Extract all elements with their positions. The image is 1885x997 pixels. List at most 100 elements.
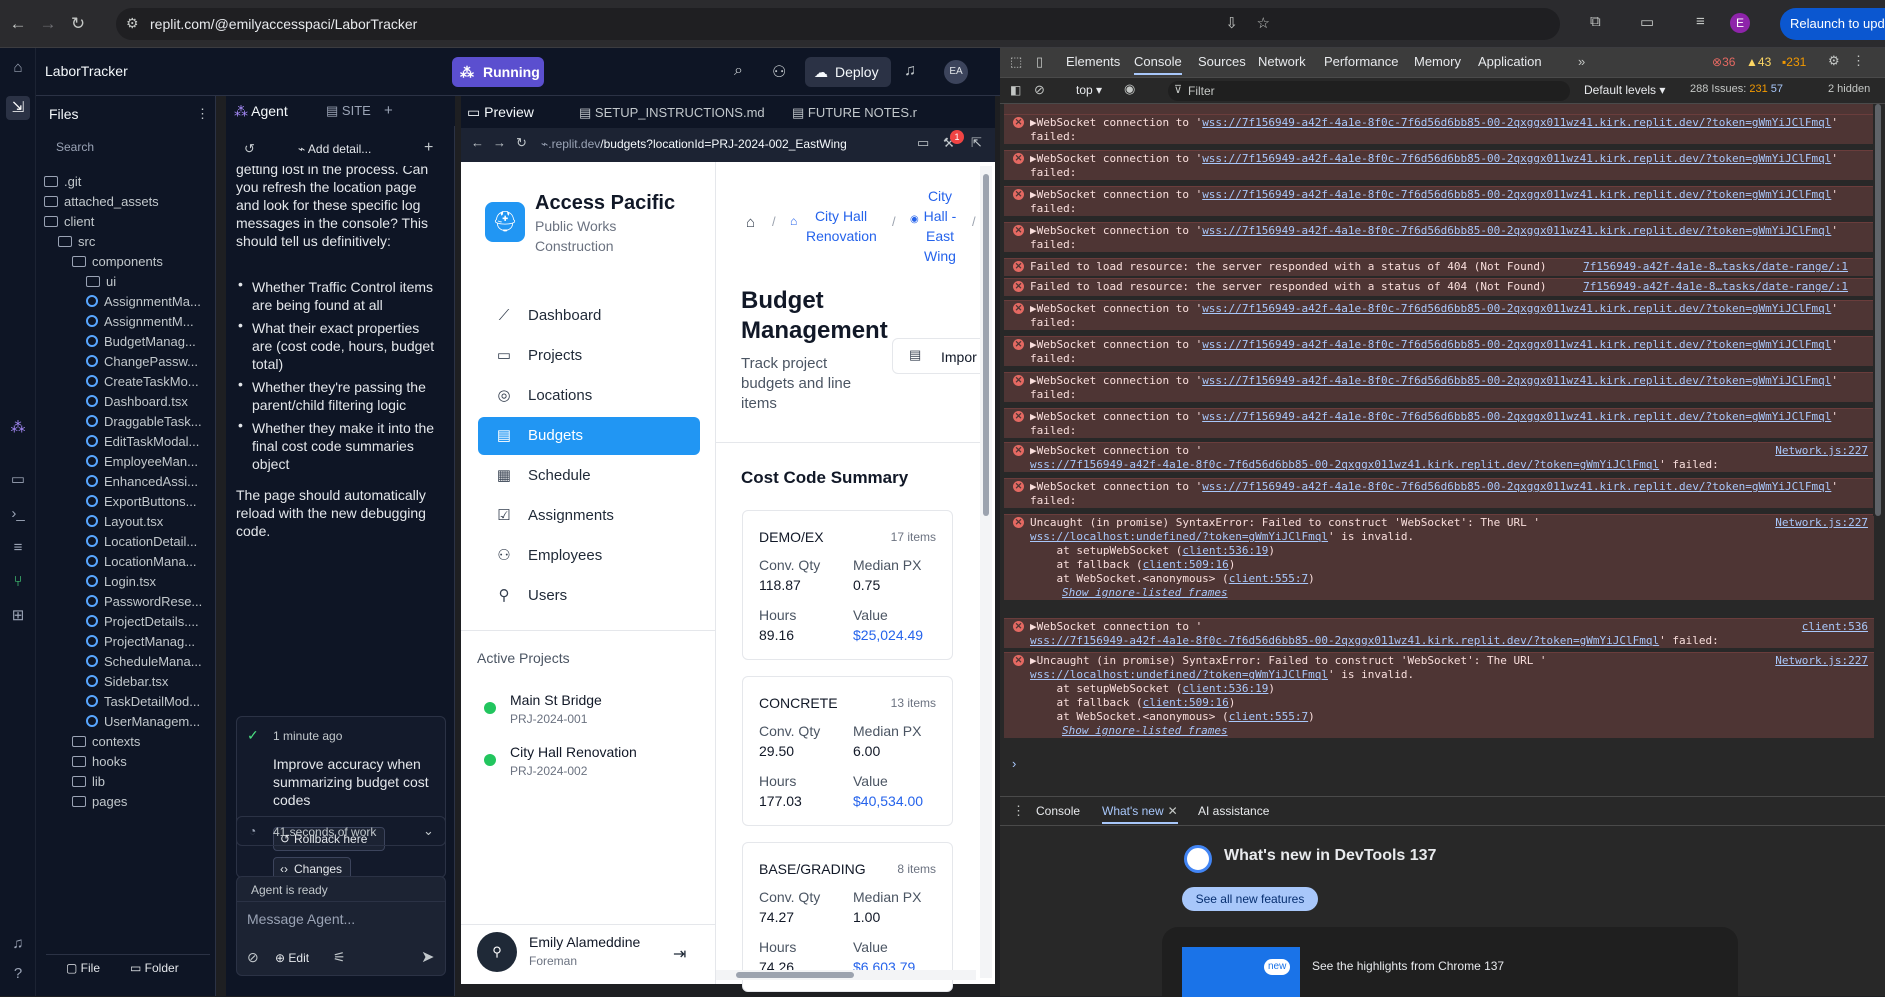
log-url[interactable]: wss://localhost:undefined/?token=gWmYiJC… <box>1030 530 1328 543</box>
tree-item[interactable]: .git <box>36 172 214 192</box>
more-options-icon[interactable]: ⋮ <box>1852 53 1865 69</box>
log-url[interactable]: wss://7f156949-a42f-4a1e-8f0c-7f6d56d6bb… <box>1202 410 1831 423</box>
log-url[interactable]: wss://7f156949-a42f-4a1e-8f0c-7f6d56d6bb… <box>1030 458 1659 471</box>
tree-item[interactable]: hooks <box>36 752 214 772</box>
tab-preview[interactable]: ▭ Preview <box>467 104 534 121</box>
home-icon[interactable]: ⌂ <box>6 56 30 80</box>
stack-link[interactable]: client:555:7 <box>1229 710 1308 723</box>
close-icon[interactable]: ✕ <box>1168 804 1178 818</box>
preview-icon[interactable]: ▭ <box>6 468 30 492</box>
log-source[interactable]: Network.js:227 <box>1775 444 1868 458</box>
files-toggle-icon[interactable]: ⇲ <box>6 96 30 120</box>
import-button[interactable]: ▤ Impor <box>892 338 980 374</box>
log-source[interactable]: 7f156949-a42f-4a1e-8…tasks/date-range/:1 <box>1583 280 1848 294</box>
tree-item[interactable]: Layout.tsx <box>36 512 214 532</box>
stack-link[interactable]: client:536:19 <box>1182 544 1268 557</box>
invite-icon[interactable]: ⚇ <box>772 62 786 82</box>
log-source[interactable]: 7f156949-a42f-4a1e-8…tasks/date-range/:1 <box>1583 260 1848 274</box>
tab-search-icon[interactable]: ≡ <box>1696 13 1705 30</box>
log-source[interactable]: Network.js:227 <box>1775 516 1868 530</box>
breadcrumb-project[interactable]: City Hall Renovation <box>806 206 877 246</box>
edit-mode-button[interactable]: ⊕ Edit <box>275 951 309 965</box>
log-url[interactable]: wss://7f156949-a42f-4a1e-8f0c-7f6d56d6bb… <box>1202 116 1831 129</box>
tree-item[interactable]: BudgetManag... <box>36 332 214 352</box>
drawer-tab[interactable]: What's new ✕ <box>1102 804 1178 824</box>
log-url[interactable]: wss://7f156949-a42f-4a1e-8f0c-7f6d56d6bb… <box>1030 634 1659 647</box>
database-icon[interactable]: ≡ <box>6 536 30 560</box>
back-icon[interactable]: ← <box>6 12 30 36</box>
tree-item[interactable]: AssignmentM... <box>36 312 214 332</box>
log-url[interactable]: wss://7f156949-a42f-4a1e-8f0c-7f6d56d6bb… <box>1202 188 1831 201</box>
console-scrollbar[interactable] <box>1873 104 1883 516</box>
add-detail-button[interactable]: ⌁ Add detail... <box>298 142 371 156</box>
tree-item[interactable]: components <box>36 252 214 272</box>
logout-icon[interactable]: ⇥ <box>673 944 686 964</box>
live-expression-eye-icon[interactable]: ◉ <box>1124 81 1135 97</box>
site-info-icon[interactable]: ⚙ <box>126 15 139 32</box>
history-icon[interactable]: ↺ <box>244 141 255 157</box>
drawer-menu-icon[interactable]: ⋮ <box>1012 803 1025 819</box>
open-new-tab-icon[interactable]: ⇱ <box>971 135 982 151</box>
drawer-tab[interactable]: AI assistance <box>1198 804 1269 818</box>
device-toolbar-icon[interactable]: ▯ <box>1036 54 1043 70</box>
install-icon[interactable]: ⇩ <box>1225 14 1238 32</box>
stack-link[interactable]: client:509:16 <box>1143 558 1229 571</box>
devtools-tab-performance[interactable]: Performance <box>1324 54 1398 69</box>
error-count[interactable]: ⊗36 <box>1712 55 1735 69</box>
log-url[interactable]: wss://localhost:undefined/?token=gWmYiJC… <box>1030 668 1328 681</box>
work-summary[interactable]: ◔ 41 seconds of work ⌄ <box>236 816 446 846</box>
preview-url[interactable]: ⌁.replit.dev/budgets?locationId=PRJ-2024… <box>541 137 881 151</box>
vertical-scrollbar[interactable] <box>980 166 992 978</box>
tree-item[interactable]: ExportButtons... <box>36 492 214 512</box>
tree-item[interactable]: ChangePassw... <box>36 352 214 372</box>
devtools-tab-elements[interactable]: Elements <box>1066 54 1120 69</box>
sidebar-toggle-icon[interactable]: ◧ <box>1010 83 1021 97</box>
cost-code-card[interactable]: DEMO/EX 17 items Conv. Qty Median PX 118.87 0… <box>742 510 953 660</box>
tree-item[interactable]: UserManagem... <box>36 712 214 732</box>
tree-item[interactable]: attached_assets <box>36 192 214 212</box>
profile-avatar[interactable]: E <box>1730 13 1750 33</box>
tree-item[interactable]: LocationDetail... <box>36 532 214 552</box>
clear-console-icon[interactable]: ⊘ <box>1034 82 1045 98</box>
scrollbar-thumb[interactable] <box>983 174 989 516</box>
horizontal-scrollbar[interactable] <box>716 970 976 980</box>
file-search-input[interactable]: Search <box>44 136 204 160</box>
show-ignore-listed-frames[interactable]: Show ignore-listed frames <box>1062 724 1228 737</box>
message-input[interactable]: Message Agent... <box>247 911 355 927</box>
reload-icon[interactable]: ↻ <box>516 135 527 151</box>
devtools-tab-memory[interactable]: Memory <box>1414 54 1461 69</box>
nav-item-dashboard[interactable]: ⟋ Dashboard <box>478 297 700 335</box>
tree-item[interactable]: TaskDetailMod... <box>36 692 214 712</box>
notifications-bell-icon[interactable]: ♫ <box>6 932 30 956</box>
info-count[interactable]: ▪231 <box>1782 55 1806 69</box>
run-button[interactable]: ⁂ Running <box>452 57 544 87</box>
add-tab-icon[interactable]: + <box>384 102 393 119</box>
nav-item-employees[interactable]: ⚇ Employees <box>478 537 700 575</box>
stack-link[interactable]: client:555:7 <box>1229 572 1308 585</box>
reload-icon[interactable]: ↻ <box>66 12 90 36</box>
tree-item[interactable]: LocationMana... <box>36 552 214 572</box>
nav-item-schedule[interactable]: ▦ Schedule <box>478 457 700 495</box>
tree-item[interactable]: EditTaskModal... <box>36 432 214 452</box>
back-icon[interactable]: ← <box>471 135 484 150</box>
relaunch-button[interactable]: Relaunch to update <box>1780 8 1885 40</box>
tab-site[interactable]: ▤ SITE <box>326 103 371 119</box>
settings-gear-icon[interactable]: ⚙ <box>1828 53 1840 69</box>
tab-agent[interactable]: ⁂ Agent <box>234 103 288 120</box>
bookmark-star-icon[interactable]: ☆ <box>1257 14 1270 32</box>
log-source[interactable]: client:536 <box>1802 620 1868 634</box>
drawer-tab[interactable]: Console <box>1036 804 1080 818</box>
new-chat-icon[interactable]: + <box>424 139 433 157</box>
extensions-icon[interactable]: ⧉ <box>1590 13 1601 30</box>
files-menu-icon[interactable]: ⋮ <box>196 106 209 122</box>
hscroll-thumb[interactable] <box>736 972 854 978</box>
tab-setup-instructions[interactable]: ▤ SETUP_INSTRUCTIONS.md <box>579 105 765 121</box>
git-icon[interactable]: ⑂ <box>6 570 30 594</box>
console-prompt-icon[interactable]: › <box>1012 756 1016 771</box>
cost-code-card[interactable]: CONCRETE 13 items Conv. Qty Median PX 29.50 6… <box>742 676 953 826</box>
tree-item[interactable]: AssignmentMa... <box>36 292 214 312</box>
issues-button[interactable]: 288 Issues: 231 57 <box>1690 83 1783 95</box>
highlights-card[interactable]: new See the highlights from Chrome 137 <box>1162 927 1738 997</box>
tree-item[interactable]: pages <box>36 792 214 812</box>
attach-icon[interactable]: ⊘ <box>247 949 259 966</box>
